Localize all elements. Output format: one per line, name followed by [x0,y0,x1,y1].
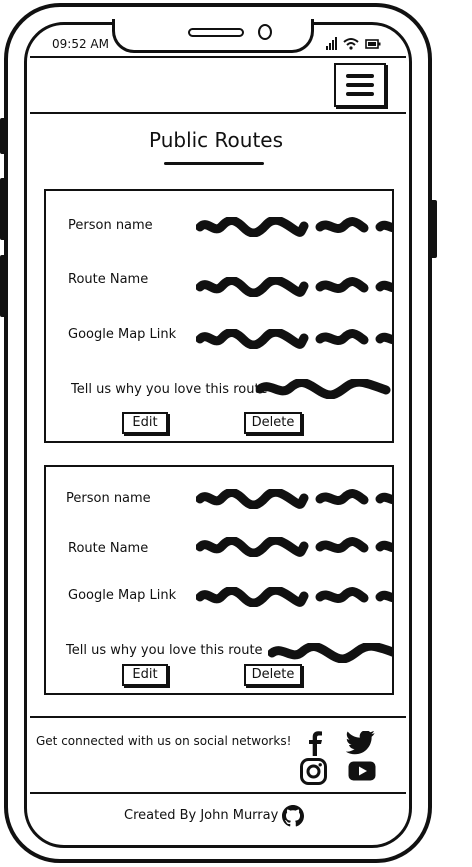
route-name-value [196,537,394,557]
google-map-link-label: Google Map Link [68,327,177,342]
why-love-route-label: Tell us why you love this route [66,643,263,658]
header-bottom-divider [30,112,406,114]
battery-icon [365,39,381,49]
google-map-link-value [196,587,394,607]
hamburger-menu-button[interactable] [334,63,386,107]
signal-icon [326,37,337,50]
phone-volume-up-button [0,178,7,240]
github-icon[interactable] [282,805,304,827]
edit-button[interactable]: Edit [122,412,168,434]
phone-power-button [430,200,437,258]
why-love-route-value [256,379,394,399]
why-love-route-value [268,643,394,663]
social-networks-text: Get connected with us on social networks… [36,734,292,748]
delete-button[interactable]: Delete [244,412,302,434]
route-name-value [196,277,394,297]
route-name-label: Route Name [68,272,149,287]
google-map-link-value [196,329,394,349]
footer-bottom-divider [30,792,406,794]
youtube-icon[interactable] [348,761,376,781]
person-name-value [196,217,394,237]
why-love-route-label: Tell us why you love this route [71,382,268,397]
wifi-icon [343,38,359,50]
delete-button[interactable]: Delete [244,664,302,686]
created-by-text: Created By John Murray [124,808,279,823]
route-card: Person name Route Name Google Map Link T… [44,189,394,443]
twitter-icon[interactable] [346,731,376,755]
header-top-divider [30,56,406,58]
person-name-label: Person name [68,218,153,233]
phone-speaker [188,28,244,37]
status-icons [326,37,381,50]
instagram-icon[interactable] [300,758,327,785]
title-underline [164,162,264,165]
person-name-label: Person name [66,491,151,506]
edit-button[interactable]: Edit [122,664,168,686]
footer-top-divider [30,716,406,718]
facebook-icon[interactable] [304,730,326,756]
page-title: Public Routes [148,128,284,152]
google-map-link-label: Google Map Link [68,588,177,603]
person-name-value [196,489,394,509]
phone-camera [258,24,272,40]
status-time: 09:52 AM [52,37,109,51]
route-name-label: Route Name [68,541,149,556]
route-card: Person name Route Name Google Map Link T… [44,465,394,695]
phone-volume-down-button [0,255,7,317]
